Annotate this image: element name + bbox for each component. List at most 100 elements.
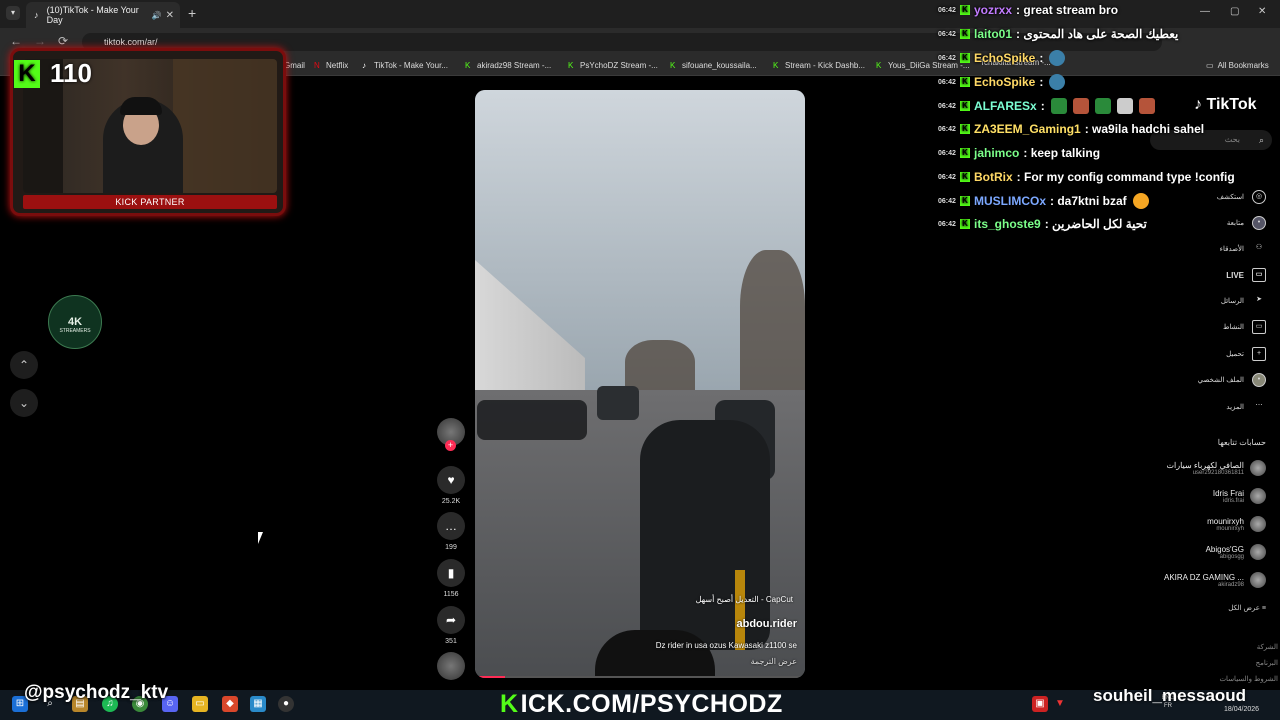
kick-k-letter: K <box>500 690 519 718</box>
bookmark-sifouane[interactable]: Ksifouane_koussaila... <box>670 61 757 70</box>
forward-button[interactable]: → <box>34 34 46 48</box>
chat-time: 06:42 <box>938 54 956 62</box>
list-icon: ≡ <box>1261 605 1266 612</box>
following-icon: • <box>1252 216 1266 230</box>
close-tab-icon[interactable]: ✕ <box>166 10 174 21</box>
kick-badge-icon: K <box>960 196 970 206</box>
chat-text: : wa9ila hadchi sahel <box>1084 122 1205 136</box>
chat-text: : <box>1040 99 1045 113</box>
following-item[interactable]: Abigos'GG abigosgg <box>1206 544 1266 560</box>
chat-message: 06:42 K EchoSpike: <box>938 74 1066 90</box>
kick-badge-icon: K <box>960 148 970 158</box>
friends-icon: ⚇ <box>1255 244 1263 251</box>
streamer-name-overlay: souheil_messaoud <box>1093 686 1247 705</box>
emote-icon <box>1072 98 1089 114</box>
bookmark-tiktok[interactable]: ♪ TikTok - Make Your... <box>362 61 448 70</box>
nav-live[interactable]: LIVE ▭ <box>1226 268 1266 282</box>
chat-text: : For my config command type !config <box>1016 170 1235 184</box>
avatar[interactable] <box>1250 572 1266 588</box>
music-disc[interactable] <box>436 652 466 680</box>
chat-time: 06:42 <box>938 30 956 38</box>
bookmark-kick-dashboard[interactable]: K Stream - Kick Dashb... <box>773 61 865 70</box>
previous-video-button[interactable]: ⌃ <box>10 351 38 379</box>
tab-tiktok[interactable]: ♪ (10)TikTok - Make Your Day 🔊 ✕ <box>26 2 180 28</box>
nav-following[interactable]: متابعة • <box>1227 216 1266 230</box>
viewer-count: K 110 <box>14 58 92 89</box>
comment-action[interactable]: … 199 <box>436 512 466 551</box>
new-tab-button[interactable]: + <box>188 5 196 21</box>
video-player[interactable]: CapCut - التعديل أصبح أسهل abdou.rider D… <box>475 90 805 678</box>
brave-icon[interactable]: ◆ <box>222 696 238 712</box>
chat-username: MUSLIMCOx <box>974 194 1046 208</box>
nav-explore[interactable]: استكشف ◎ <box>1217 190 1266 204</box>
chat-username: EchoSpike <box>974 51 1036 65</box>
kick-badge-icon: K <box>960 124 970 134</box>
search-icon[interactable]: ⌕ <box>1259 130 1264 150</box>
avatar[interactable] <box>1250 488 1266 504</box>
nav-upload[interactable]: تحميل + <box>1226 347 1266 361</box>
emote-icon <box>1094 98 1111 114</box>
tray-icon[interactable]: ▣ <box>1032 696 1048 712</box>
kick-badge-icon: K <box>960 101 970 111</box>
minimize-button[interactable]: — <box>1200 6 1210 17</box>
heart-icon[interactable]: ♥ <box>437 466 465 494</box>
maximize-button[interactable]: ▢ <box>1230 6 1239 17</box>
live-icon: ▭ <box>1252 268 1266 282</box>
comment-icon[interactable]: … <box>437 512 465 540</box>
bookmark-akiradz98[interactable]: Kakiradz98 Stream -... <box>465 61 551 70</box>
share-icon[interactable]: ➦ <box>437 606 465 634</box>
chat-time: 06:42 <box>938 6 956 14</box>
chat-message: 06:42 K ALFARESx: <box>938 98 1155 114</box>
footer-company[interactable]: الشركة <box>1257 643 1278 651</box>
bookmark-psychodz[interactable]: K PsYchoDZ Stream -... <box>568 61 658 70</box>
share-action[interactable]: ➦ 351 <box>436 606 466 645</box>
bookmark-gmail[interactable]: Gmail <box>284 61 305 70</box>
speaker-icon[interactable]: 🔊 <box>152 11 162 20</box>
footer-program[interactable]: البرنامج <box>1256 659 1278 667</box>
following-item[interactable]: AKIRA DZ GAMING ... akiradz98 <box>1164 572 1266 588</box>
creator-avatar[interactable]: + <box>436 418 466 451</box>
tab-search-button[interactable]: ▾ <box>6 6 20 20</box>
show-all-link[interactable]: عرض الكل ≡ <box>1228 604 1266 612</box>
folder-icon[interactable]: ▭ <box>192 696 208 712</box>
save-action[interactable]: ▮ 1156 <box>436 559 466 598</box>
chat-username: EchoSpike <box>974 75 1036 89</box>
nav-profile[interactable]: الملف الشخصي • <box>1198 373 1266 387</box>
avatar[interactable] <box>1250 460 1266 476</box>
video-author[interactable]: abdou.rider <box>736 618 797 630</box>
see-translation-link[interactable]: عرض الترجمة <box>751 657 797 666</box>
bookmark-icon[interactable]: ▮ <box>437 559 465 587</box>
tiktok-logo[interactable]: ♪ TikTok <box>1194 96 1257 114</box>
streamer-cap <box>120 97 162 115</box>
taskbar-date[interactable]: 18/04/2026 <box>1224 706 1259 713</box>
chat-time: 06:42 <box>938 220 956 228</box>
nav-activity[interactable]: النشاط ▭ <box>1223 320 1266 334</box>
all-bookmarks[interactable]: ▭ All Bookmarks <box>1206 61 1269 70</box>
next-video-button[interactable]: ⌄ <box>10 389 38 417</box>
nav-friends[interactable]: الأصدقاء ⚇ <box>1220 242 1266 256</box>
nav-more[interactable]: المزيد ⋯ <box>1226 400 1266 414</box>
capcut-tag[interactable]: CapCut - التعديل أصبح أسهل <box>696 595 793 604</box>
following-item[interactable]: الصافي لكهرباء سيارات user292180361811 <box>1166 460 1266 476</box>
back-button[interactable]: ← <box>10 34 22 48</box>
reload-button[interactable]: ⟳ <box>58 34 68 48</box>
following-item[interactable]: Idris Frai idris.frai <box>1213 488 1266 504</box>
bookmark-netflix[interactable]: N Netflix <box>314 61 348 70</box>
footer-terms[interactable]: الشروط والسياسات <box>1219 675 1278 683</box>
following-item[interactable]: mounirxyh mounirxyh <box>1207 516 1266 532</box>
avatar[interactable] <box>1250 544 1266 560</box>
video-progress-bar[interactable] <box>475 676 805 678</box>
obs-icon[interactable]: ● <box>278 696 294 712</box>
tray-icon[interactable]: ▼ <box>1052 696 1068 712</box>
kick-icon: K <box>465 60 471 70</box>
nav-messages[interactable]: الرسائل ➤ <box>1221 294 1266 308</box>
photos-icon[interactable]: ▦ <box>250 696 266 712</box>
video-fork <box>735 570 745 650</box>
music-disc-icon[interactable] <box>437 652 465 680</box>
netflix-icon: N <box>314 60 320 70</box>
follow-plus-icon[interactable]: + <box>445 440 456 451</box>
avatar[interactable] <box>1250 516 1266 532</box>
bookshelf <box>173 59 277 193</box>
close-window-button[interactable]: ✕ <box>1258 6 1266 17</box>
like-action[interactable]: ♥ 25.2K <box>436 466 466 505</box>
